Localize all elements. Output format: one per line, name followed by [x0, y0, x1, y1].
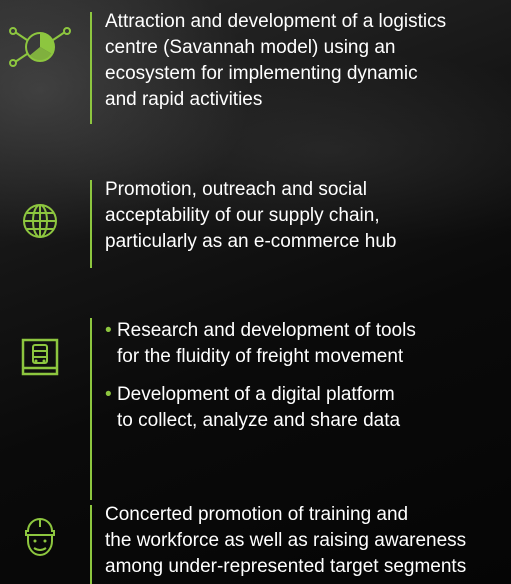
item-text: Promotion, outreach and social acceptabi…	[105, 177, 505, 255]
truck-screen-icon	[0, 337, 80, 377]
accent-bar	[90, 180, 92, 268]
accent-bar	[90, 12, 92, 124]
accent-bar	[90, 505, 92, 584]
bullet-line: Research and development of tools	[116, 320, 416, 341]
text-line: and rapid activities	[105, 89, 263, 110]
text-line: ecosystem for implementing dynamic	[105, 63, 418, 84]
bullet-item: • Research and development of tools for …	[105, 318, 505, 370]
text-line: among under-represented target segments	[105, 556, 467, 577]
bullet-line: Development of a digital platform	[116, 384, 395, 405]
accent-bar	[90, 318, 92, 500]
item-text: Concerted promotion of training and the …	[105, 502, 505, 580]
worker-helmet-icon	[0, 515, 80, 561]
text-line: acceptability of our supply chain,	[105, 205, 380, 226]
item-text: • Research and development of tools for …	[105, 318, 505, 434]
text-line: the workforce as well as raising awarene…	[105, 530, 467, 551]
text-line: Concerted promotion of training and	[105, 504, 409, 525]
globe-icon	[0, 201, 80, 241]
bullet-marker: •	[105, 384, 112, 405]
item-text: Attraction and development of a logistic…	[105, 9, 505, 113]
text-line: centre (Savannah model) using an	[105, 37, 396, 58]
text-line: particularly as an e-commerce hub	[105, 231, 397, 252]
bullet-item: • Development of a digital platform to c…	[105, 382, 505, 434]
bullet-line: for the fluidity of freight movement	[117, 346, 404, 367]
bullet-line: to collect, analyze and share data	[117, 410, 401, 431]
bullet-marker: •	[105, 320, 112, 341]
pie-chart-network-icon	[0, 22, 80, 72]
text-line: Promotion, outreach and social	[105, 179, 367, 200]
text-line: Attraction and development of a logistic…	[105, 11, 447, 32]
